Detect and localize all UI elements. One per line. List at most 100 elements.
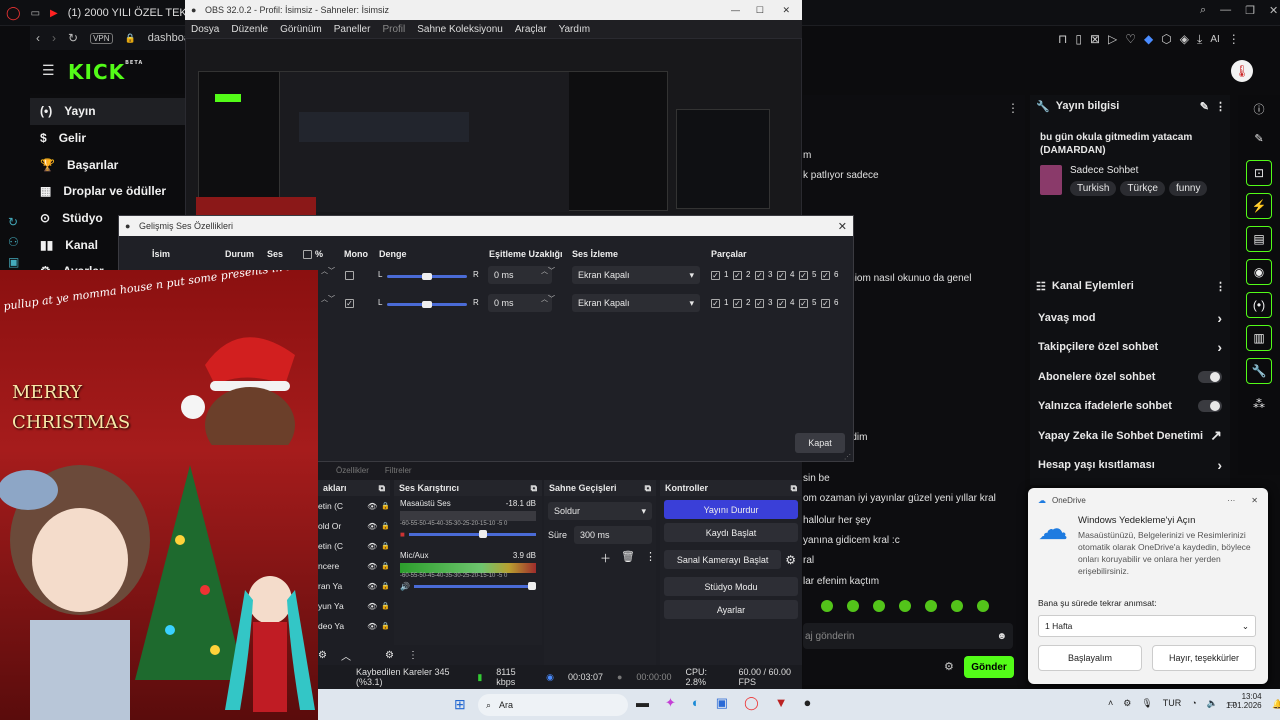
vivaldi-icon[interactable]: ▼ (775, 695, 788, 711)
emote-icon[interactable] (899, 600, 911, 612)
dialog-close-icon[interactable]: ✕ (838, 220, 847, 233)
balance-knob[interactable] (422, 301, 432, 308)
source-row[interactable]: etin (C 👁 🔒 (318, 536, 390, 556)
eye-icon[interactable]: 👁 (367, 562, 377, 571)
wifi-icon[interactable]: ◔ (1191, 698, 1196, 709)
emote-icon[interactable] (951, 600, 963, 612)
toggle-switch[interactable] (1198, 400, 1222, 413)
emote-icon[interactable] (873, 600, 885, 612)
nav-item-gelir[interactable]: $ Gelir (30, 125, 190, 152)
broadcast-rail-icon[interactable]: (•) (1246, 292, 1272, 318)
source-row[interactable]: etin (C 👁 🔒 (318, 496, 390, 516)
track-checkbox[interactable]: ✓ (733, 271, 742, 280)
mono-checkbox[interactable]: ✓ (345, 299, 354, 308)
shield-icon[interactable]: ⊠ (1090, 32, 1100, 46)
gear-tray-icon[interactable]: ⚙ (1123, 698, 1131, 709)
lock-icon[interactable]: 🔒 (381, 502, 390, 510)
opera-logo-icon[interactable]: ◯ (6, 5, 21, 21)
language-indicator[interactable]: TUR (1163, 698, 1182, 709)
hamburger-icon[interactable]: ☰ (42, 62, 55, 79)
trash-icon[interactable]: 🗑 (621, 550, 635, 566)
more-icon[interactable]: ⋮ (645, 550, 656, 566)
channel-action-row[interactable]: Takipçilere özel sohbet › (1030, 333, 1230, 363)
edge-icon[interactable]: ◐ (692, 695, 700, 711)
tag-chip[interactable]: funny (1168, 181, 1208, 196)
minimize-icon[interactable]: — (1220, 4, 1231, 17)
copilot-icon[interactable]: ✦ (665, 695, 676, 711)
chevron-up-icon[interactable]: ︿ (341, 648, 351, 663)
puzzle-icon[interactable]: ⬡ (1161, 32, 1171, 46)
share-icon[interactable]: ⁂ (1238, 391, 1280, 417)
desktop-volume-slider[interactable] (408, 529, 536, 538)
emote-icon[interactable] (821, 600, 833, 612)
obs-preview-canvas[interactable] (185, 38, 802, 216)
monitoring-select[interactable]: Ekran Kapalı ▾ (572, 294, 700, 312)
reload-icon[interactable]: ↻ (68, 31, 78, 45)
sync-spin-icon[interactable]: ︿﹀ (541, 266, 555, 276)
send-button[interactable]: Gönder (964, 656, 1014, 678)
eye-icon[interactable]: 👁 (367, 622, 377, 631)
settings-button[interactable]: Ayarlar (664, 600, 798, 619)
lock-icon[interactable]: 🔒 (381, 582, 390, 590)
obs-maximize-icon[interactable]: ☐ (756, 5, 764, 16)
category-name[interactable]: Sadece Sohbet (1070, 165, 1211, 176)
toast-more-icon[interactable]: ··· (1227, 496, 1235, 505)
transition-select[interactable]: Soldur ▾ (548, 502, 652, 520)
avatar[interactable]: 🌡 (1231, 60, 1253, 82)
heart-icon[interactable]: ♡ (1125, 32, 1136, 46)
channel-action-row[interactable]: Hesap yaşı kısıtlaması › (1030, 451, 1230, 481)
studio-mode-button[interactable]: Stüdyo Modu (664, 577, 798, 596)
box-icon[interactable]: ▣ (8, 255, 22, 269)
filters-tab[interactable]: Filtreler (385, 466, 412, 475)
eye-icon[interactable]: 👁 (367, 542, 377, 551)
menu-dosya[interactable]: Dosya (191, 24, 219, 35)
obs-close-icon[interactable]: ✕ (782, 5, 790, 16)
sync-spin-icon[interactable]: ︿﹀ (541, 294, 555, 304)
play-icon[interactable]: ▷ (1108, 32, 1117, 46)
add-icon[interactable]: ＋ (600, 550, 611, 566)
store-icon[interactable]: ▣ (716, 695, 728, 711)
pencil-icon[interactable]: ✎ (1238, 123, 1280, 153)
slider-knob[interactable] (528, 581, 536, 590)
edit-icon[interactable]: ✎ (1200, 100, 1209, 113)
percent-checkbox[interactable] (303, 250, 312, 259)
track-checkbox[interactable]: ✓ (711, 299, 720, 308)
track-checkbox[interactable]: ✓ (755, 299, 764, 308)
source-row[interactable]: old Or 👁 🔒 (318, 516, 390, 536)
extension-blue-icon[interactable]: ◆ (1144, 32, 1153, 46)
opera-icon[interactable]: ◯ (744, 695, 759, 711)
lock-icon[interactable]: 🔒 (381, 602, 390, 610)
tray-chevron-icon[interactable]: ˄ (1108, 698, 1113, 709)
menu-araclar[interactable]: Araçlar (515, 24, 547, 35)
dock-undock-icon[interactable]: ⧉ (379, 483, 385, 494)
channel-menu-icon[interactable]: ⋮ (1215, 280, 1226, 293)
mixer-settings-icon[interactable]: ⚙ (385, 650, 394, 661)
accept-button[interactable]: Başlayalım (1038, 645, 1142, 671)
dock-undock-icon[interactable]: ⧉ (531, 483, 537, 494)
close-icon[interactable]: ✕ (1269, 4, 1278, 17)
nav-item-basarilar[interactable]: 🏆 Başarılar (30, 151, 190, 178)
track-checkbox[interactable]: ✓ (821, 299, 830, 308)
refresh-sidebar-icon[interactable]: ↻ (8, 215, 22, 229)
eye-icon[interactable]: 👁 (367, 522, 377, 531)
clock[interactable]: 13:04 1.01.2026 (1226, 692, 1262, 710)
menu-sahne-koleksiyonu[interactable]: Sahne Koleksiyonu (417, 24, 503, 35)
track-checkbox[interactable]: ✓ (821, 271, 830, 280)
lock-icon[interactable]: 🔒 (381, 562, 390, 570)
camera-icon[interactable]: ⊡ (1246, 160, 1272, 186)
track-checkbox[interactable]: ✓ (733, 299, 742, 308)
browser-tab-title[interactable]: (1) 2000 YILI ÖZEL TEKİN (68, 7, 198, 19)
document-icon[interactable]: ▤ (1246, 226, 1272, 252)
lock-icon[interactable]: 🔒 (381, 542, 390, 550)
lock-icon[interactable]: 🔒 (381, 522, 390, 530)
emote-icon[interactable] (925, 600, 937, 612)
info-icon[interactable]: ⓘ (1238, 95, 1280, 123)
taskbar-search[interactable]: ⌕ Ara (478, 694, 628, 716)
close-button[interactable]: Kapat (795, 433, 845, 453)
source-row[interactable]: ran Ya 👁 🔒 (318, 576, 390, 596)
remind-select[interactable]: 1 Hafta ⌄ (1038, 615, 1256, 637)
properties-tab[interactable]: Özellikler (336, 466, 369, 475)
channel-action-row[interactable]: Abonelere özel sohbet (1030, 362, 1230, 392)
toggle-switch[interactable] (1198, 370, 1222, 383)
back-icon[interactable]: ‹ (36, 31, 40, 45)
